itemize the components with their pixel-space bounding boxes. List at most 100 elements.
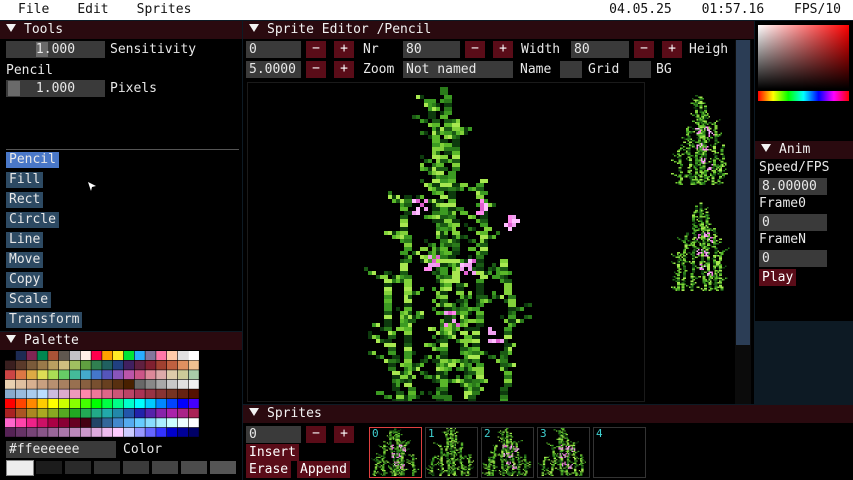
height-decrement-button[interactable]: − <box>465 41 485 58</box>
collapse-triangle-icon[interactable] <box>249 408 259 416</box>
width-decrement-button[interactable]: − <box>634 41 654 58</box>
sprite-thumb-3[interactable]: 3 <box>536 426 590 478</box>
color-hex-input[interactable]: #ffeeeeee <box>6 441 116 458</box>
recent-color-swatch[interactable] <box>181 461 207 474</box>
plant-leaf-pixel <box>510 453 512 455</box>
collapse-triangle-icon[interactable] <box>761 144 771 152</box>
editor-scroll-thumb[interactable] <box>736 40 750 345</box>
grid-checkbox[interactable] <box>560 61 582 78</box>
append-button[interactable]: Append <box>297 461 350 478</box>
zoom-increment-button[interactable]: + <box>334 61 354 78</box>
tool-circle-button[interactable]: Circle <box>6 212 59 228</box>
plant-stem-pixel <box>440 299 448 303</box>
hue-bar[interactable] <box>758 91 849 101</box>
editor-scrollbar[interactable] <box>735 40 751 404</box>
insert-button[interactable]: Insert <box>246 444 299 461</box>
plant-leaf-pixel <box>448 159 452 163</box>
plant-stem-pixel <box>466 474 470 476</box>
tool-line-button[interactable]: Line <box>6 232 44 248</box>
sprite-nr-input[interactable]: 0 <box>246 41 301 58</box>
plant-flower-pixel <box>402 467 404 469</box>
plant-flower-pixel <box>432 259 436 263</box>
play-button[interactable]: Play <box>759 269 797 286</box>
recent-color-swatch[interactable] <box>210 461 236 474</box>
recent-color-swatch[interactable] <box>65 461 91 474</box>
sensitivity-slider[interactable]: 1.000 <box>6 41 105 58</box>
plant-leaf-pixel <box>448 461 450 463</box>
editor-titlebar[interactable]: Sprite Editor /Pencil <box>243 21 754 39</box>
menu-edit[interactable]: Edit <box>67 0 118 20</box>
plant-stem-pixel <box>404 339 412 343</box>
sprites-titlebar[interactable]: Sprites <box>243 405 853 423</box>
collapse-triangle-icon[interactable] <box>249 24 259 32</box>
tool-rect-button[interactable]: Rect <box>6 192 44 208</box>
speed-fps-input[interactable]: 8.00000 <box>759 178 827 195</box>
bg-checkbox[interactable] <box>629 61 651 78</box>
plant-leaf-pixel <box>698 255 700 257</box>
plant-leaf-pixel <box>409 454 411 456</box>
plant-leaf-pixel <box>717 286 719 288</box>
framen-input[interactable]: 0 <box>759 250 827 267</box>
recent-color-swatch[interactable] <box>94 461 120 474</box>
plant-leaf-pixel <box>711 159 713 161</box>
width-increment-button[interactable]: + <box>662 41 682 58</box>
tool-fill-button[interactable]: Fill <box>6 172 44 188</box>
plant-flower-pixel <box>424 207 428 211</box>
sprite-thumb-0[interactable]: 0 <box>369 427 422 478</box>
collapse-triangle-icon[interactable] <box>6 335 16 343</box>
plant-flower-pixel <box>570 448 572 450</box>
collapse-triangle-icon[interactable] <box>6 24 16 32</box>
plant-leaf-pixel <box>687 247 689 249</box>
zoom-input[interactable]: 5.0000 <box>246 61 301 78</box>
color-saturation-field[interactable] <box>758 25 849 89</box>
sprite-index-increment-button[interactable]: + <box>334 426 354 443</box>
menu-file[interactable]: File <box>8 0 59 20</box>
plant-leaf-pixel <box>508 347 512 351</box>
zoom-decrement-button[interactable]: − <box>306 61 326 78</box>
menu-sprites[interactable]: Sprites <box>127 0 202 20</box>
current-color-swatch[interactable] <box>6 460 34 476</box>
slider-grab[interactable] <box>8 81 20 96</box>
recent-color-swatch[interactable] <box>36 461 62 474</box>
tool-scale-button[interactable]: Scale <box>6 292 52 308</box>
sprite-thumb-2[interactable]: 2 <box>481 427 534 478</box>
plant-leaf-pixel <box>568 472 570 474</box>
height-increment-button[interactable]: + <box>493 41 513 58</box>
plant-leaf-pixel <box>380 465 382 467</box>
sprite-index-input[interactable]: 0 <box>246 426 301 443</box>
plant-stem-pixel <box>687 143 691 145</box>
plant-stem-pixel <box>565 436 568 438</box>
plant-leaf-pixel <box>390 437 392 439</box>
plant-stem-pixel <box>699 102 703 104</box>
plant-flower-pixel <box>562 448 564 450</box>
tool-pencil-button[interactable]: Pencil <box>6 152 59 168</box>
frame0-input[interactable]: 0 <box>759 214 827 231</box>
plant-stem-pixel <box>392 467 396 469</box>
palette-titlebar[interactable]: Palette <box>0 332 242 350</box>
recent-color-swatch[interactable] <box>123 461 149 474</box>
pixels-slider[interactable]: 1.000 <box>6 80 105 97</box>
tool-copy-button[interactable]: Copy <box>6 272 44 288</box>
sprite-thumb-4[interactable]: 4 <box>593 427 646 478</box>
plant-stem-pixel <box>504 383 512 387</box>
plant-leaf-pixel <box>710 137 712 139</box>
sprite-height-input[interactable]: 80 <box>403 41 460 58</box>
nr-increment-button[interactable]: + <box>334 41 354 58</box>
palette-grid[interactable] <box>5 351 199 439</box>
nr-decrement-button[interactable]: − <box>306 41 326 58</box>
plant-leaf-pixel <box>471 467 473 469</box>
sprite-width-input[interactable]: 80 <box>571 41 629 58</box>
anim-titlebar[interactable]: Anim <box>755 141 853 159</box>
tools-titlebar[interactable]: Tools <box>0 21 242 39</box>
sprite-index-decrement-button[interactable]: − <box>306 426 326 443</box>
erase-button[interactable]: Erase <box>246 461 292 478</box>
recent-color-swatch[interactable] <box>152 461 178 474</box>
tool-transform-button[interactable]: Transform <box>6 312 83 328</box>
plant-leaf-pixel <box>420 167 424 171</box>
drawing-canvas[interactable] <box>247 82 645 402</box>
sprite-name-input[interactable]: Not named <box>403 61 513 78</box>
tool-move-button[interactable]: Move <box>6 252 44 268</box>
plant-leaf-pixel <box>516 307 520 311</box>
sprite-thumb-1[interactable]: 1 <box>424 426 478 478</box>
plant-flower-pixel <box>710 167 712 169</box>
